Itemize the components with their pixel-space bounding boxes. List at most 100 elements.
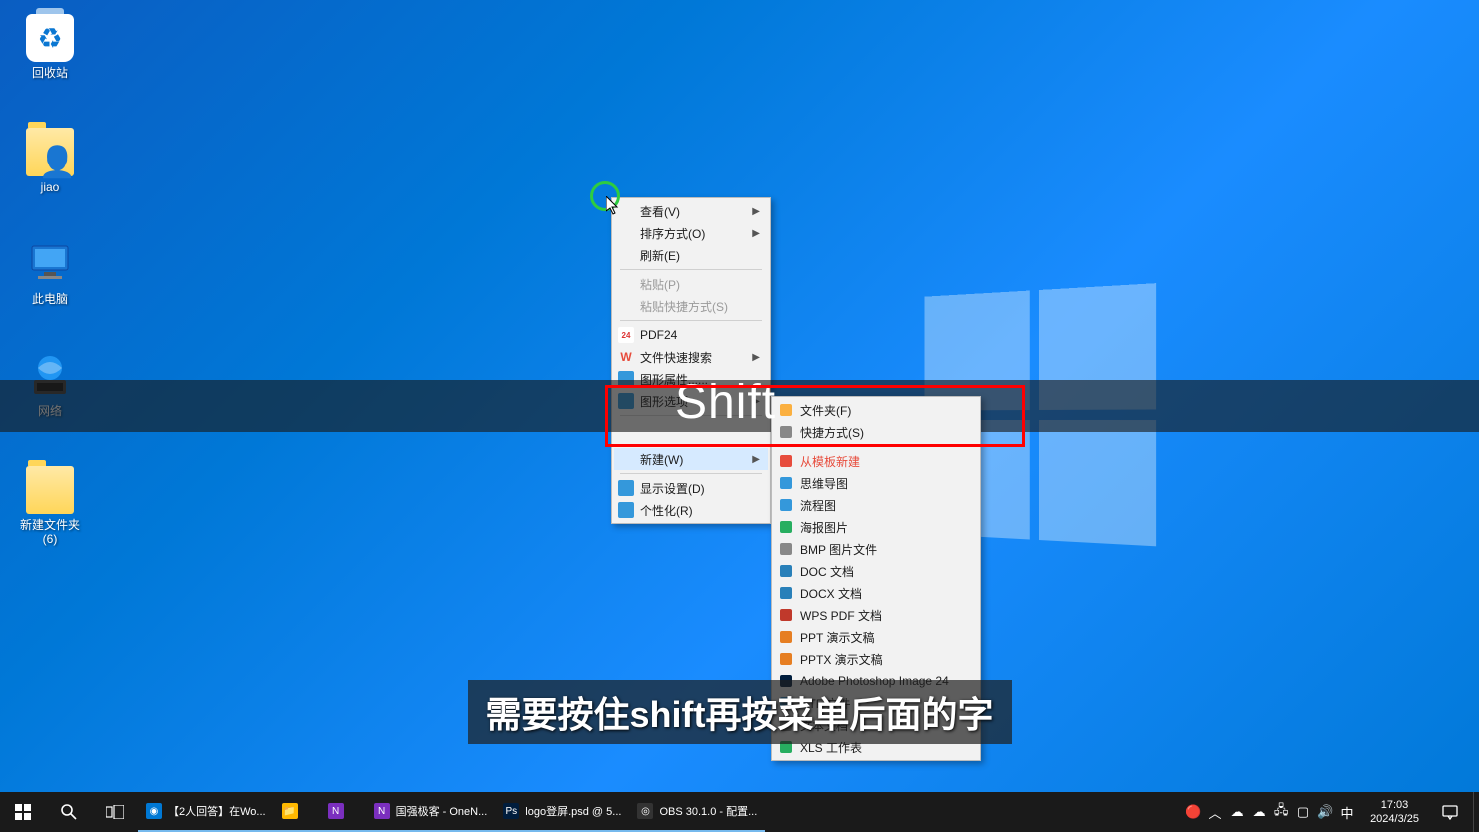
file-type-icon <box>778 497 794 513</box>
tray-onedrive-icon[interactable]: ☁ <box>1250 792 1268 832</box>
taskbar: ◉ 【2人回答】在Wo... 📁 NN国强极客 - OneN...Pslogo登屏.p… <box>0 792 1479 832</box>
taskbar-app[interactable]: N <box>320 792 366 832</box>
menu-item-label: 新建(W) <box>640 451 683 468</box>
taskbar-app-icon: ◉ <box>146 803 162 819</box>
menu-item-label: 个性化(R) <box>640 502 693 519</box>
submenu-item[interactable]: DOC 文档 <box>774 560 978 582</box>
new-folder[interactable]: 新建文件夹 (6) <box>12 466 88 546</box>
submenu-item[interactable]: 文件夹(F) <box>774 399 978 421</box>
blue-sq-icon <box>618 502 634 518</box>
menu-item-label: PDF24 <box>640 328 677 342</box>
submenu-item-label: DOC 文档 <box>800 563 854 580</box>
submenu-item-label: BMP 图片文件 <box>800 541 877 558</box>
file-type-icon <box>778 651 794 667</box>
pdf24-icon <box>618 327 634 343</box>
taskbar-app-icon: N <box>374 803 390 819</box>
submenu-item-label: PPT 演示文稿 <box>800 629 874 646</box>
taskbar-app[interactable]: Pslogo登屏.psd @ 5... <box>495 792 629 832</box>
submenu-item-label: 文件夹(F) <box>800 402 851 419</box>
tray-network-icon[interactable]: 🖧 <box>1272 792 1290 832</box>
shift-label: Shift <box>675 375 776 430</box>
tray-battery-icon[interactable]: ▢ <box>1294 792 1312 832</box>
tray-ime-icon[interactable]: 中 <box>1338 792 1356 832</box>
taskbar-app[interactable]: N国强极客 - OneN... <box>366 792 496 832</box>
task-view-button[interactable] <box>92 792 138 832</box>
taskbar-app-icon: 📁 <box>282 803 298 819</box>
menu-item[interactable]: 刷新(E) <box>614 244 768 266</box>
tray-volume-icon[interactable]: 🔊 <box>1316 792 1334 832</box>
start-button[interactable] <box>0 792 46 832</box>
taskbar-app[interactable]: 📁 <box>274 792 320 832</box>
submenu-item[interactable]: 流程图 <box>774 494 978 516</box>
submenu-item[interactable]: 从模板新建 <box>774 450 978 472</box>
menu-item[interactable]: W文件快速搜索▶ <box>614 346 768 368</box>
menu-item[interactable]: 查看(V) ▶ <box>614 200 768 222</box>
clock-date: 2024/3/25 <box>1370 812 1419 826</box>
submenu-item-label: 从模板新建 <box>800 453 860 470</box>
menu-item[interactable]: 显示设置(D) <box>614 477 768 499</box>
menu-item[interactable]: 排序方式(O)▶ <box>614 222 768 244</box>
menu-item[interactable]: PDF24 <box>614 324 768 346</box>
file-type-icon <box>778 563 794 579</box>
submenu-arrow-icon: ▶ <box>752 352 760 363</box>
tray-sync-icon[interactable]: ☁ <box>1228 792 1246 832</box>
menu-item-label: 刷新(E) <box>640 247 680 264</box>
submenu-arrow-icon: ▶ <box>752 454 760 465</box>
submenu-item[interactable]: PPT 演示文稿 <box>774 626 978 648</box>
menu-item-label: 文件快速搜索 <box>640 349 712 366</box>
menu-item-label: 查看(V) <box>640 203 680 220</box>
file-type-icon <box>778 541 794 557</box>
recycle-bin[interactable]: 回收站 <box>12 14 88 80</box>
blue-sq-icon <box>618 480 634 496</box>
search-button[interactable] <box>46 792 92 832</box>
taskbar-app-label: logo登屏.psd @ 5... <box>525 803 621 819</box>
taskbar-clock[interactable]: 17:03 2024/3/25 <box>1362 798 1427 826</box>
submenu-item-label: 快捷方式(S) <box>800 424 864 441</box>
this-pc[interactable]: 此电脑 <box>12 240 88 306</box>
this-pc-icon <box>26 240 74 288</box>
subtitle-text: 需要按住shift再按菜单后面的字 <box>468 680 1012 744</box>
submenu-item[interactable]: 思维导图 <box>774 472 978 494</box>
submenu-item[interactable]: DOCX 文档 <box>774 582 978 604</box>
submenu-item-label: 流程图 <box>800 497 836 514</box>
file-type-icon <box>778 629 794 645</box>
menu-item[interactable]: 新建(W) ▶ <box>614 448 768 470</box>
submenu-arrow-icon: ▶ <box>752 228 760 239</box>
submenu-arrow-icon: ▶ <box>752 206 760 217</box>
file-type-icon <box>778 475 794 491</box>
file-type-icon <box>778 607 794 623</box>
menu-item[interactable]: 个性化(R) <box>614 499 768 521</box>
user-folder[interactable]: jiao <box>12 128 88 194</box>
user-folder-icon <box>26 128 74 176</box>
file-type-icon <box>778 519 794 535</box>
recycle-bin-icon <box>26 14 74 62</box>
file-type-icon <box>778 585 794 601</box>
new-folder-icon <box>26 466 74 514</box>
taskbar-app[interactable]: ◉ 【2人回答】在Wo... <box>138 792 274 832</box>
submenu-item[interactable]: WPS PDF 文档 <box>774 604 978 626</box>
menu-item-label: 粘贴快捷方式(S) <box>640 298 728 315</box>
submenu-item-label: PPTX 演示文稿 <box>800 651 883 668</box>
submenu-item-label: WPS PDF 文档 <box>800 607 882 624</box>
taskbar-app[interactable]: ◎ OBS 30.1.0 - 配置... <box>629 792 765 832</box>
cursor-icon <box>606 196 620 216</box>
context-menu-main: 查看(V)▶排序方式(O)▶刷新(E)粘贴(P)粘贴快捷方式(S)PDF24W文… <box>611 197 771 524</box>
tray-weather-icon[interactable]: 🔴 <box>1184 792 1202 832</box>
submenu-item[interactable]: PPTX 演示文稿 <box>774 648 978 670</box>
submenu-item[interactable]: 快捷方式(S) <box>774 421 978 443</box>
taskbar-app-label: OBS 30.1.0 - 配置... <box>659 803 757 819</box>
menu-item-label: 粘贴(P) <box>640 276 680 293</box>
taskbar-app-label: 【2人回答】在Wo... <box>168 803 266 819</box>
system-tray: 🔴 ︿ ☁ ☁ 🖧 ▢ 🔊 中 <box>1178 792 1362 832</box>
show-desktop-button[interactable] <box>1473 792 1479 832</box>
submenu-item-label: DOCX 文档 <box>800 585 862 602</box>
submenu-item-label: 思维导图 <box>800 475 848 492</box>
tray-chevron-icon[interactable]: ︿ <box>1206 792 1224 832</box>
file-type-icon <box>778 453 794 469</box>
action-center-button[interactable] <box>1427 792 1473 832</box>
submenu-item[interactable]: BMP 图片文件 <box>774 538 978 560</box>
menu-item: 粘贴快捷方式(S) <box>614 295 768 317</box>
submenu-item[interactable]: 海报图片 <box>774 516 978 538</box>
taskbar-app-icon: ◎ <box>637 803 653 819</box>
menu-item: 粘贴(P) <box>614 273 768 295</box>
